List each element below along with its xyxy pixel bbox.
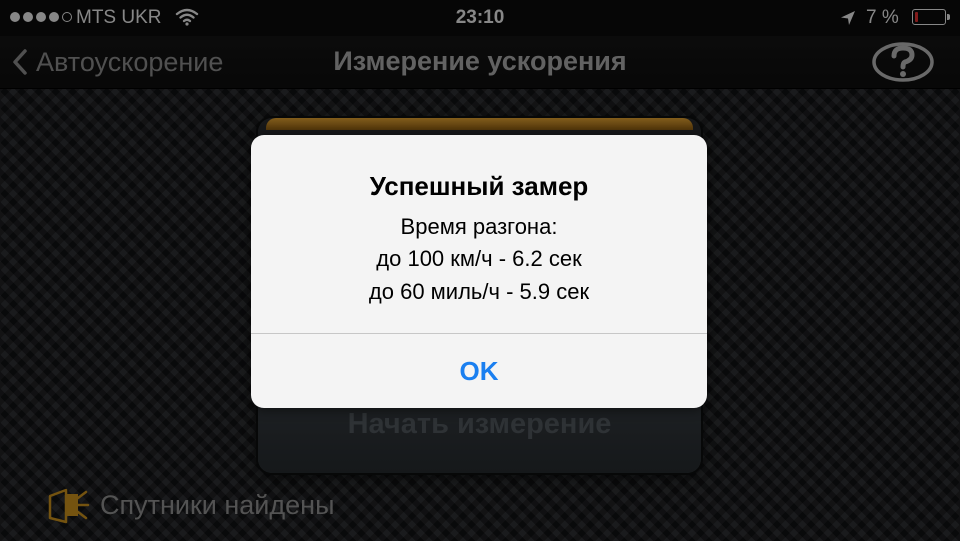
ok-button[interactable]: OK [251, 334, 707, 408]
success-alert: Успешный замер Время разгона: до 100 км/… [251, 135, 707, 408]
alert-message-line: до 60 миль/ч - 5.9 сек [368, 279, 590, 304]
alert-message-line: Время разгона: [400, 214, 558, 239]
alert-message-line: до 100 км/ч - 6.2 сек [376, 246, 582, 271]
app-screen: MTS UKR 23:10 7 % Автоускорение Измерени… [0, 0, 960, 541]
alert-title: Успешный замер [369, 171, 589, 201]
